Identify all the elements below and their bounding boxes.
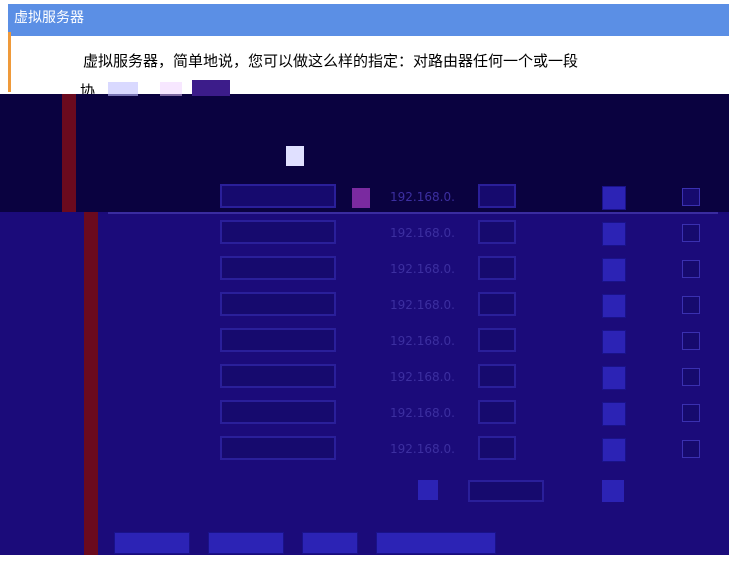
- action-button[interactable]: [208, 532, 284, 554]
- action-button[interactable]: [302, 532, 358, 554]
- service-port-input[interactable]: [220, 292, 336, 316]
- ip-last-octet-input[interactable]: [478, 328, 516, 352]
- ip-prefix: 192.168.0.: [390, 262, 455, 276]
- red-artifact-bar: [62, 94, 76, 212]
- action-button[interactable]: [376, 532, 496, 554]
- ip-last-octet-input[interactable]: [478, 436, 516, 460]
- enable-checkbox[interactable]: [682, 404, 700, 422]
- enable-checkbox[interactable]: [682, 296, 700, 314]
- table-row: 192.168.0.: [150, 292, 710, 322]
- ip-last-octet-input[interactable]: [478, 400, 516, 424]
- table-row: 192.168.0.: [150, 364, 710, 394]
- ip-prefix: 192.168.0.: [390, 190, 455, 204]
- ip-prefix: 192.168.0.: [390, 226, 455, 240]
- protocol-select[interactable]: [602, 402, 626, 426]
- ip-prefix: 192.168.0.: [390, 442, 455, 456]
- ip-last-octet-input[interactable]: [478, 256, 516, 280]
- protocol-select[interactable]: [602, 258, 626, 282]
- service-port-input[interactable]: [220, 364, 336, 388]
- common-service-select[interactable]: [418, 480, 438, 500]
- table-row: 192.168.0.: [150, 400, 710, 430]
- ip-last-octet-input[interactable]: [478, 364, 516, 388]
- noise-block: [192, 80, 230, 96]
- service-port-input[interactable]: [220, 184, 336, 208]
- protocol-select[interactable]: [602, 330, 626, 354]
- action-buttons: [114, 532, 514, 556]
- common-ports-row: [150, 478, 710, 508]
- protocol-select[interactable]: [602, 186, 626, 210]
- ip-last-octet-input[interactable]: [478, 292, 516, 316]
- service-port-input[interactable]: [220, 436, 336, 460]
- service-port-input[interactable]: [220, 256, 336, 280]
- ip-prefix: 192.168.0.: [390, 406, 455, 420]
- red-artifact-bar: [84, 212, 98, 555]
- ip-prefix: 192.168.0.: [390, 370, 455, 384]
- left-accent-line: [8, 32, 11, 92]
- protocol-select[interactable]: [602, 366, 626, 390]
- copy-to-field[interactable]: [468, 480, 544, 502]
- noise-block: [160, 82, 182, 96]
- service-port-input[interactable]: [220, 400, 336, 424]
- window-title: 虚拟服务器: [14, 10, 84, 26]
- protocol-select[interactable]: [602, 438, 626, 462]
- table-row: 192.168.0.: [150, 436, 710, 466]
- noise-block: [108, 82, 138, 96]
- ip-last-octet-input[interactable]: [478, 184, 516, 208]
- ip-prefix: 192.168.0.: [390, 334, 455, 348]
- ip-last-octet-input[interactable]: [478, 220, 516, 244]
- intro-text: 虚拟服务器，简单地说，您可以做这么样的指定：对路由器任何一个或一段: [83, 52, 579, 70]
- window-title-bar: 虚拟服务器: [8, 4, 729, 36]
- enable-checkbox[interactable]: [682, 188, 700, 206]
- table-row: 192.168.0.: [150, 256, 710, 286]
- protocol-select[interactable]: [602, 222, 626, 246]
- service-port-input[interactable]: [220, 328, 336, 352]
- service-port-input[interactable]: [220, 220, 336, 244]
- row-select[interactable]: [602, 480, 624, 502]
- enable-checkbox[interactable]: [682, 368, 700, 386]
- enable-checkbox[interactable]: [682, 260, 700, 278]
- bottom-edge: [0, 555, 729, 563]
- table-header: [150, 148, 710, 168]
- action-button[interactable]: [114, 532, 190, 554]
- table-row: 192.168.0.: [150, 184, 710, 214]
- enable-checkbox[interactable]: [682, 224, 700, 242]
- ip-prefix: 192.168.0.: [390, 298, 455, 312]
- table-row: 192.168.0.: [150, 328, 710, 358]
- enable-checkbox[interactable]: [682, 332, 700, 350]
- enable-checkbox[interactable]: [682, 440, 700, 458]
- protocol-select[interactable]: [602, 294, 626, 318]
- table-row: 192.168.0.: [150, 220, 710, 250]
